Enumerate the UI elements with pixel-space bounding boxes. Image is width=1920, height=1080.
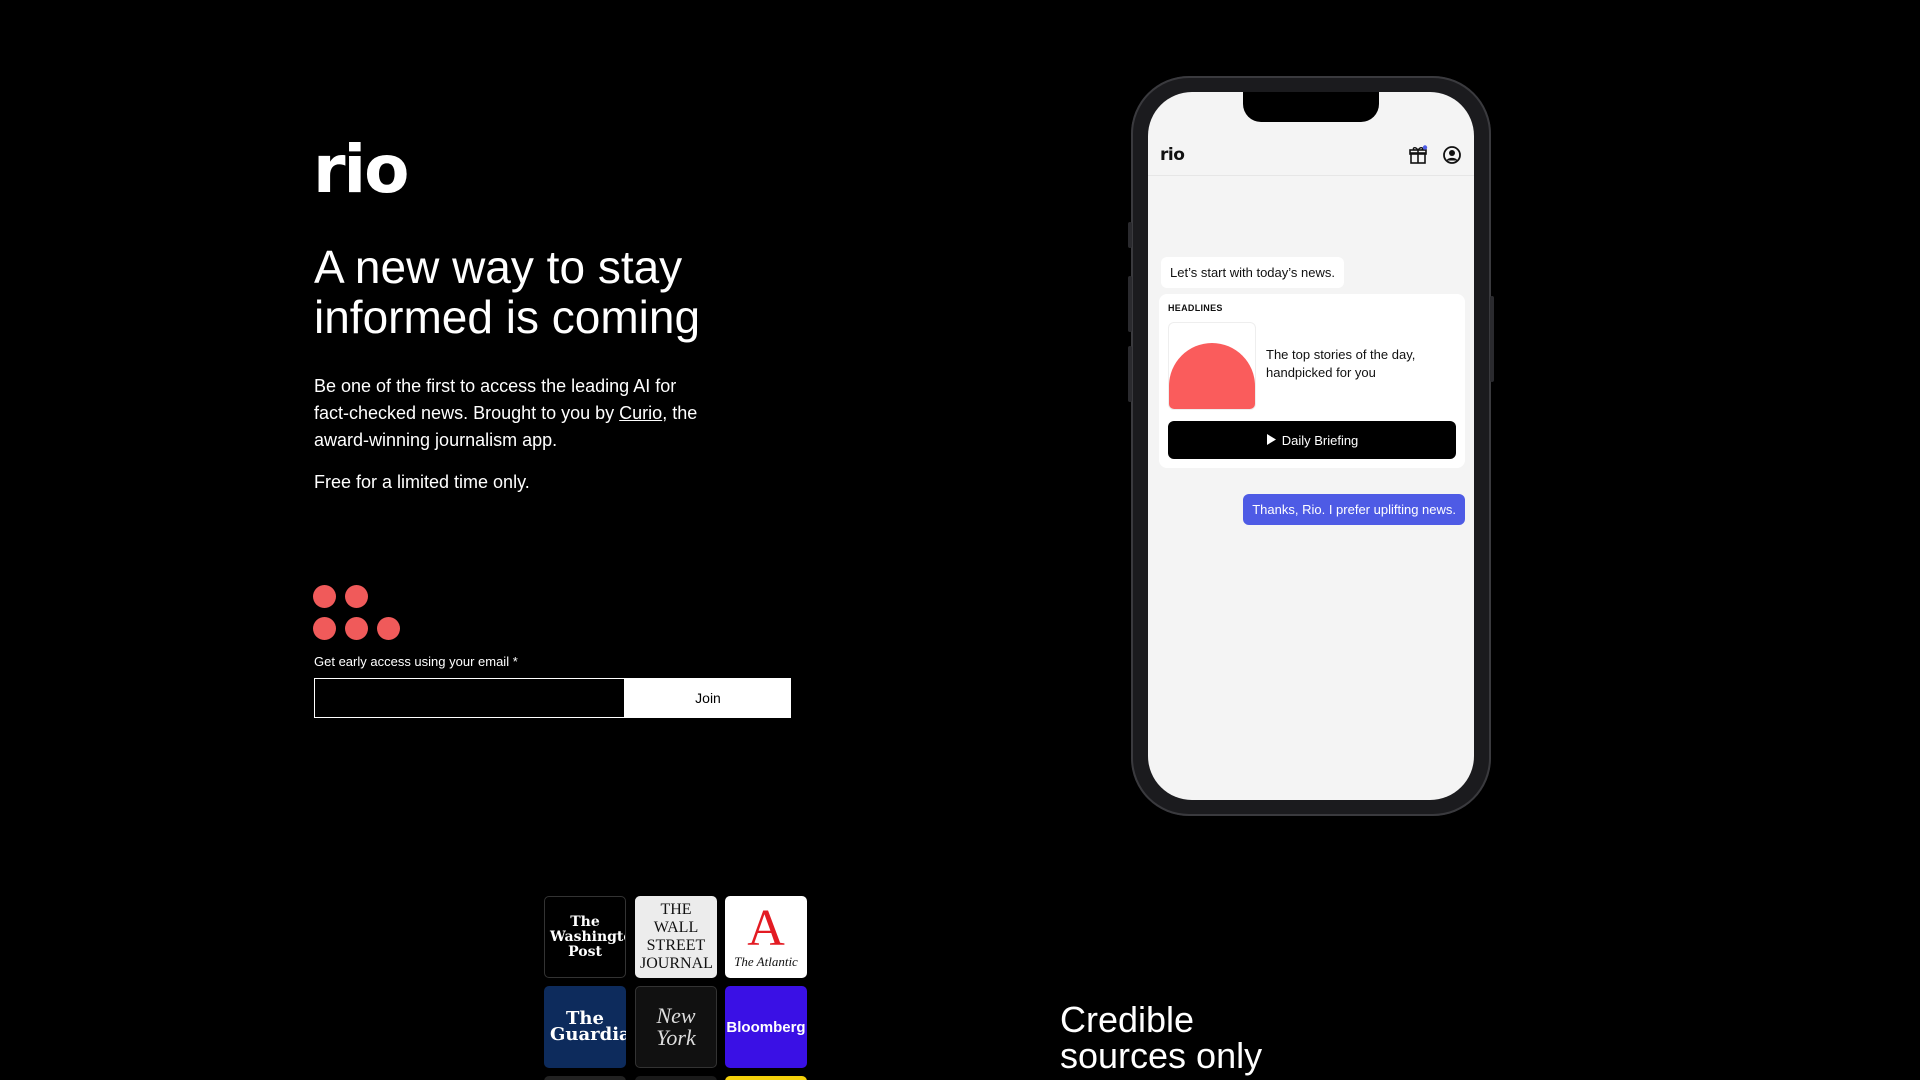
app-header-icons [1408, 145, 1462, 170]
atlantic-logo: A The Atlantic [725, 896, 807, 978]
join-button[interactable]: Join [625, 678, 791, 718]
hero-headline: A new way to stay informed is coming [314, 241, 701, 343]
dot [345, 585, 368, 608]
phone-notch [1243, 92, 1379, 122]
publisher-name: The Atlantic [734, 954, 798, 969]
headlines-thumbnail [1168, 322, 1256, 410]
publisher-name: Bloomberg [726, 1018, 806, 1036]
bloomberg-logo: Bloomberg [725, 986, 807, 1068]
hero-intro: Be one of the first to access the leadin… [314, 373, 714, 454]
publisher-tile-partial [635, 1076, 717, 1080]
headlines-label: HEADLINES [1168, 303, 1223, 313]
publisher-tile-partial [544, 1076, 626, 1080]
credible-sources-heading: Credible sources only [1060, 999, 1263, 1076]
phone-side-button [1128, 276, 1132, 332]
email-label: Get early access using your email * [314, 654, 518, 669]
dot [313, 617, 336, 640]
phone-side-button [1128, 222, 1132, 248]
publisher-name: The Guardian [550, 1008, 626, 1045]
publisher-name: THE WALL STREET JOURNAL [640, 901, 713, 972]
publisher-tile-partial [725, 1076, 807, 1080]
phone-side-button [1128, 346, 1132, 402]
app-header-divider [1148, 175, 1474, 176]
user-message: Thanks, Rio. I prefer uplifting news. [1243, 494, 1465, 525]
curio-link[interactable]: Curio [619, 403, 662, 423]
guardian-logo: The Guardian [544, 986, 626, 1068]
rio-logo: rio [313, 131, 410, 208]
new-york-logo: New York [635, 986, 717, 1068]
dot [345, 617, 368, 640]
app-logo: rio [1160, 145, 1185, 165]
daily-briefing-label: Daily Briefing [1281, 432, 1359, 448]
phone-side-button [1490, 296, 1494, 382]
account-icon[interactable] [1442, 145, 1462, 170]
publisher-name: New York [656, 1003, 696, 1050]
washington-post-logo: The Washington Post [544, 896, 626, 978]
gift-icon[interactable] [1408, 145, 1428, 170]
free-note: Free for a limited time only. [314, 472, 530, 492]
phone-mockup: rio Let’s start with today’s news. HEADL… [1128, 76, 1494, 816]
email-field[interactable] [314, 678, 625, 718]
dot [313, 585, 336, 608]
signup-form: Join [314, 678, 791, 718]
bot-message: Let’s start with today’s news. [1161, 257, 1344, 288]
wall-street-journal-logo: THE WALL STREET JOURNAL [635, 896, 717, 978]
phone-screen: rio Let’s start with today’s news. HEADL… [1148, 92, 1474, 800]
dots-logo-icon [313, 585, 403, 645]
publisher-mark: A [747, 900, 785, 957]
daily-briefing-button[interactable]: Daily Briefing [1168, 421, 1456, 459]
play-icon [1266, 433, 1276, 448]
publisher-name: The Washington Post [550, 913, 625, 960]
thumbnail-shape [1169, 343, 1255, 409]
headlines-card: HEADLINES The top stories of the day, ha… [1159, 294, 1465, 468]
headlines-text: The top stories of the day, handpicked f… [1266, 347, 1416, 380]
dot [377, 617, 400, 640]
landing-page: rio A new way to stay informed is coming… [0, 0, 1920, 1080]
